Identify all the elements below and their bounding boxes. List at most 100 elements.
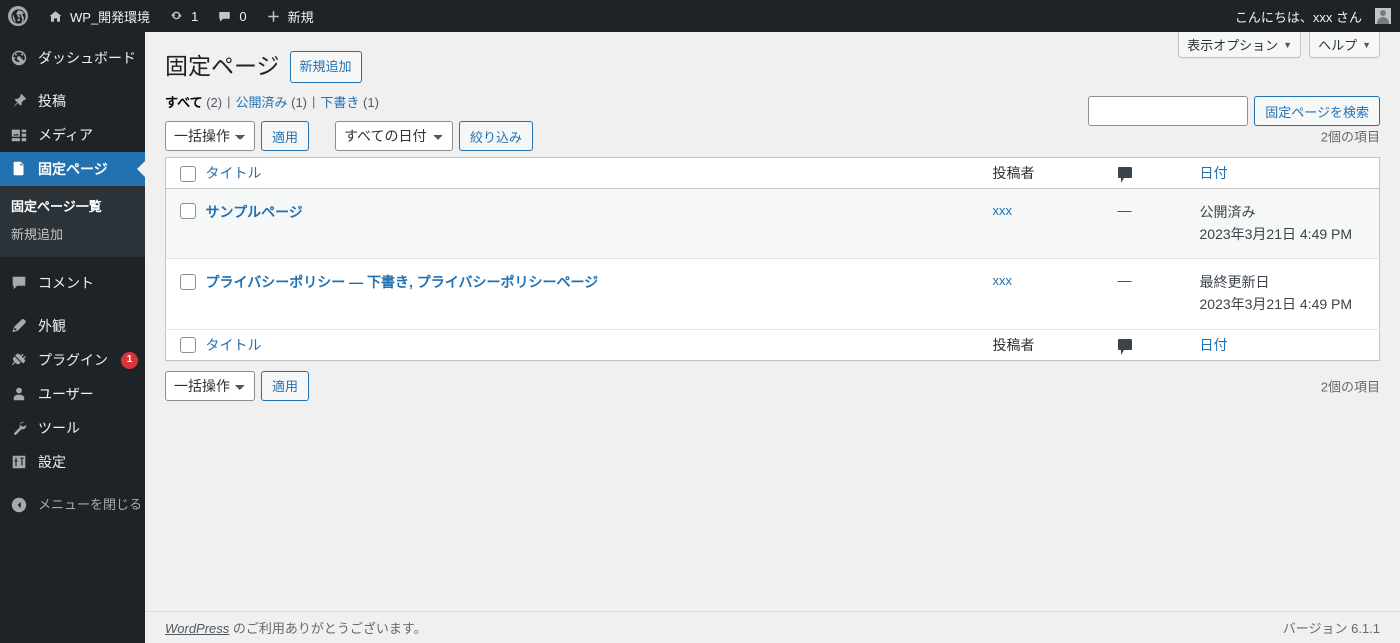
bulk-apply-button-bottom[interactable]: 適用 (261, 370, 310, 401)
bulk-apply-button-top[interactable]: 適用 (261, 121, 310, 151)
tablenav-top: 一括操作 適用 すべての日付 絞り込み 2個の項目 (165, 120, 1380, 152)
row-date-value: 2023年3月21日 4:49 PM (1199, 225, 1353, 242)
add-new-page-button[interactable]: 新規追加 (289, 51, 362, 83)
adminbar-comments[interactable]: 0 (207, 0, 255, 32)
collapse-menu-button[interactable]: メニューを閉じる (0, 488, 145, 522)
sidebar-item-label: メディア (38, 127, 94, 143)
tools-icon (9, 418, 29, 438)
sidebar-item-label: ユーザー (38, 386, 94, 402)
select-all-checkbox-bottom[interactable] (180, 337, 196, 354)
sidebar-item-pages[interactable]: 固定ページ (0, 152, 145, 186)
sidebar-item-plugins[interactable]: プラグイン 1 (0, 343, 145, 377)
filter-link-all[interactable]: すべて (2) (165, 92, 222, 111)
settings-icon (9, 452, 29, 472)
footer-thanks: WordPress のご利用ありがとうございます。 (165, 618, 1283, 637)
sidebar-item-tools[interactable]: ツール (0, 411, 145, 445)
select-all-checkbox-top[interactable] (180, 165, 196, 182)
filter-link-published-count: (1) (291, 95, 308, 110)
sidebar-submenu-item-all-pages[interactable]: 固定ページ一覧 (0, 193, 145, 221)
filter-link-published[interactable]: 公開済み (1) (235, 92, 307, 111)
sidebar-item-users[interactable]: ユーザー (0, 377, 145, 411)
table-row[interactable]: サンプルページ xxx — 公開済み 2023年3月21日 4:49 PM (165, 188, 1380, 259)
column-header-comments[interactable] (1117, 158, 1200, 189)
row-author-cell: xxx (993, 259, 1118, 329)
row-author-cell: xxx (993, 189, 1118, 259)
sidebar-item-media[interactable]: メディア (0, 118, 145, 152)
column-footer-date[interactable]: 日付 (1200, 329, 1380, 360)
table-row[interactable]: プライバシーポリシー — 下書き, プライバシーポリシーページ xxx — 最終… (165, 259, 1380, 330)
row-author-link[interactable]: xxx (993, 273, 1013, 288)
sidebar-item-posts[interactable]: 投稿 (0, 84, 145, 118)
comment-bubble-icon (1117, 338, 1132, 355)
filter-link-all-count: (2) (206, 95, 223, 110)
column-footer-author: 投稿者 (993, 329, 1118, 360)
sidebar-item-dashboard[interactable]: ダッシュボード (0, 41, 145, 75)
table-head: タイトル 投稿者 日付 (165, 158, 1380, 189)
column-header-title[interactable]: タイトル (204, 158, 993, 189)
column-footer-comments[interactable] (1117, 329, 1200, 360)
row-title-link[interactable]: サンプルページ (206, 204, 303, 220)
sidebar-submenu-item-add-new[interactable]: 新規追加 (0, 221, 145, 249)
select-all-footer (166, 329, 204, 360)
table-header-row: タイトル 投稿者 日付 (165, 158, 1380, 189)
adminbar-my-account[interactable]: こんにちは、xxx さん (1226, 0, 1400, 32)
sidebar-submenu-pages: 固定ページ一覧 新規追加 (0, 186, 145, 257)
comments-icon (216, 8, 233, 25)
plugins-icon (9, 350, 29, 370)
bulk-action-select-bottom[interactable]: 一括操作 (165, 370, 255, 401)
tablenav-bottom-actions: 一括操作 適用 (165, 370, 310, 401)
admin-footer: WordPress のご利用ありがとうございます。 バージョン 6.1.1 (145, 611, 1400, 643)
adminbar-new-content[interactable]: 新規 (256, 0, 323, 32)
wordpress-link[interactable]: WordPress (165, 621, 229, 636)
row-date-cell: 最終更新日 2023年3月21日 4:49 PM (1200, 259, 1380, 329)
date-filter-select[interactable]: すべての日付 (335, 121, 454, 151)
wordpress-logo-icon (8, 6, 28, 26)
filter-link-draft-count: (1) (363, 95, 379, 110)
adminbar-site-name[interactable]: WP_開発環境 (38, 0, 159, 32)
home-icon (47, 8, 64, 25)
row-title-link[interactable]: プライバシーポリシー (206, 274, 346, 290)
chevron-down-icon: ▼ (1362, 39, 1371, 50)
table-footer-row: タイトル 投稿者 日付 (165, 329, 1380, 360)
filter-link-draft[interactable]: 下書き (1) (320, 92, 379, 111)
row-checkbox[interactable] (180, 203, 196, 220)
filter-link-published-label[interactable]: 公開済み (235, 95, 287, 110)
collapse-arrow-icon (9, 495, 29, 515)
row-comments-cell: — (1118, 259, 1200, 329)
avatar (1375, 8, 1391, 24)
adminbar-greeting: こんにちは、xxx さん (1234, 9, 1362, 25)
admin-sidebar: ダッシュボード 投稿 メディア 固定ページ 固定ページ一覧 新規追加 コメント (0, 32, 145, 643)
displaying-num-bottom: 2個の項目 (1320, 379, 1380, 395)
column-header-author: 投稿者 (993, 158, 1118, 189)
plus-icon (265, 8, 282, 25)
column-footer-title-label[interactable]: タイトル (206, 337, 262, 353)
tablenav-bottom: 一括操作 適用 2個の項目 (165, 370, 1380, 402)
screen-options-button[interactable]: 表示オプション ▼ (1178, 32, 1302, 58)
bulk-action-select-top[interactable]: 一括操作 (165, 121, 255, 151)
row-checkbox-cell (166, 259, 204, 329)
sidebar-item-comments[interactable]: コメント (0, 266, 145, 300)
adminbar-updates[interactable]: 1 (159, 0, 207, 32)
row-author-link[interactable]: xxx (993, 203, 1013, 218)
column-header-date-label[interactable]: 日付 (1200, 165, 1228, 181)
sidebar-item-appearance[interactable]: 外観 (0, 309, 145, 343)
help-button[interactable]: ヘルプ ▼ (1309, 32, 1380, 58)
footer-version: バージョン 6.1.1 (1282, 621, 1380, 636)
column-header-title-label[interactable]: タイトル (206, 165, 262, 181)
column-footer-date-label[interactable]: 日付 (1200, 337, 1228, 353)
row-comments-count: — (1117, 202, 1132, 218)
sidebar-item-label: ダッシュボード (38, 50, 136, 66)
adminbar-wp-logo[interactable] (0, 0, 38, 32)
filter-link-draft-label[interactable]: 下書き (320, 95, 359, 110)
pages-list-table: タイトル 投稿者 日付 サンプルページ xxx — 公開済み 2023年3月21… (165, 157, 1380, 361)
sidebar-separator-1 (0, 75, 145, 84)
filter-submit-button[interactable]: 絞り込み (459, 121, 534, 151)
sidebar-item-label: 外観 (38, 318, 66, 334)
column-footer-title[interactable]: タイトル (204, 329, 993, 360)
column-header-date[interactable]: 日付 (1200, 158, 1380, 189)
row-date-value: 2023年3月21日 4:49 PM (1199, 296, 1353, 313)
pages-icon (9, 159, 29, 179)
media-icon (9, 125, 29, 145)
sidebar-item-settings[interactable]: 設定 (0, 445, 145, 479)
row-checkbox[interactable] (180, 273, 196, 290)
